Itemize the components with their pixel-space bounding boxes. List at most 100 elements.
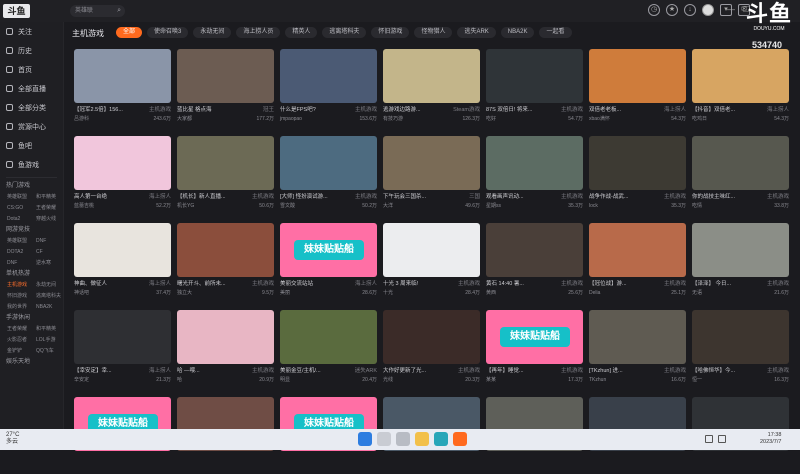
stream-thumbnail[interactable]: [74, 310, 171, 364]
stream-title[interactable]: 神曲、做征人: [74, 279, 107, 289]
stream-card[interactable]: 黄石 14:40 暑... 主机游戏 黄西 25.6万: [486, 223, 583, 300]
start-icon[interactable]: [358, 432, 372, 446]
tab-10[interactable]: 一起看: [539, 27, 572, 38]
stream-title[interactable]: 【哈佛恒华】今...: [692, 366, 735, 376]
sidebar-sub-item[interactable]: 和平精英: [36, 324, 63, 335]
tab-6[interactable]: 怀旧游戏: [371, 27, 410, 38]
stream-thumbnail[interactable]: [177, 223, 274, 277]
stream-thumbnail[interactable]: [692, 49, 789, 103]
stream-title[interactable]: 什么是FPS吧?: [280, 105, 316, 115]
sidebar-sub-item[interactable]: 英雄联盟: [7, 192, 34, 203]
stream-thumbnail[interactable]: [177, 49, 274, 103]
search-taskbar-icon[interactable]: [377, 432, 391, 446]
stream-card[interactable]: 双倍老老板... 海上捞人 xbao满怀 54.3万: [589, 49, 686, 126]
stream-card[interactable]: 【抖音】双倍老... 海上捞人 吃鸡日 54.3万: [692, 49, 789, 126]
tab-3[interactable]: 海上捞人员: [236, 27, 281, 38]
stream-thumbnail[interactable]: [177, 310, 274, 364]
streamer-name[interactable]: 十光: [383, 289, 393, 297]
sidebar-sub-item[interactable]: 英雄联盟: [7, 236, 34, 247]
volume-icon[interactable]: [718, 435, 726, 443]
search-icon[interactable]: ⌕: [117, 5, 121, 17]
stream-title[interactable]: 观看画声讯动...: [486, 192, 524, 202]
stream-thumbnail[interactable]: [74, 223, 171, 277]
stream-title[interactable]: 87S 双倍日! 将来...: [486, 105, 532, 115]
stream-title[interactable]: 【冠位战】游...: [589, 279, 627, 289]
sidebar-sub-item[interactable]: 怀旧游戏: [7, 291, 34, 302]
stream-title[interactable]: 哈 —喂...: [177, 366, 200, 376]
network-icon[interactable]: [705, 435, 713, 443]
minimize-icon[interactable]: —: [727, 5, 735, 14]
stream-card[interactable]: 美丽金豆/主机/... 迷失ARK 明显 20.4万: [280, 310, 377, 387]
sidebar-sub-item[interactable]: 火影忍者: [7, 335, 34, 346]
streamer-name[interactable]: 吕游科: [74, 115, 89, 123]
tab-9[interactable]: NBA2K: [500, 27, 535, 38]
stream-card[interactable]: 大作好更新了光... 主机游戏 光线 20.3万: [383, 310, 480, 387]
sidebar-section-title[interactable]: 网游竞技: [0, 225, 63, 236]
stream-thumbnail[interactable]: [383, 49, 480, 103]
stream-title[interactable]: 蓝比星 格点海: [177, 105, 212, 115]
stream-thumbnail[interactable]: [280, 310, 377, 364]
stream-title[interactable]: 【再年】睡觉...: [486, 366, 524, 376]
stream-thumbnail[interactable]: [74, 136, 171, 190]
sidebar-sub-item[interactable]: Dota2: [7, 214, 34, 225]
streamer-name[interactable]: 吃情: [692, 202, 702, 210]
sidebar-item-5[interactable]: 赏源中心: [0, 117, 63, 136]
tab-2[interactable]: 永劫无间: [193, 27, 232, 38]
stream-card[interactable]: 【机长】新人直播... 主机游戏 机长YG 50.6万: [177, 136, 274, 213]
stream-thumbnail[interactable]: [589, 49, 686, 103]
tab-4[interactable]: 精英人: [285, 27, 318, 38]
follow-icon[interactable]: ★: [666, 4, 678, 16]
stream-title[interactable]: 大作好更新了光...: [383, 366, 426, 376]
streamer-name[interactable]: 美丽: [280, 289, 290, 297]
streamer-name[interactable]: 神话吧: [74, 289, 89, 297]
stream-thumbnail[interactable]: [692, 310, 789, 364]
stream-thumbnail[interactable]: [383, 310, 480, 364]
streamer-name[interactable]: 机长YG: [177, 202, 194, 210]
sidebar-sub-item[interactable]: DOTA2: [7, 247, 34, 258]
sidebar-sub-item[interactable]: 逆水寒: [36, 258, 63, 269]
streamer-name[interactable]: 黄西: [486, 289, 496, 297]
sidebar-sub-item[interactable]: 穿越火线: [36, 214, 63, 225]
streamer-name[interactable]: 哈: [177, 376, 182, 384]
sidebar-item-7[interactable]: 鱼游戏: [0, 155, 63, 174]
sidebar-sub-item[interactable]: 和平精英: [36, 192, 63, 203]
stream-card[interactable]: 【哈佛恒华】今... 主机游戏 恒一 16.3万: [692, 310, 789, 387]
avatar[interactable]: [702, 4, 714, 16]
stream-title[interactable]: 你的战技主味红...: [692, 192, 735, 202]
tab-8[interactable]: 逃失ARK: [457, 27, 496, 38]
streamer-name[interactable]: xbao满怀: [589, 115, 610, 123]
sidebar-sub-item[interactable]: 逃离塔科夫: [36, 291, 63, 302]
sidebar-sub-item[interactable]: NBA2K: [36, 302, 63, 313]
taskview-icon[interactable]: [396, 432, 410, 446]
stream-title[interactable]: 逃游戏边路游...: [383, 105, 421, 115]
sidebar-sub-item[interactable]: DNF: [36, 236, 63, 247]
stream-card[interactable]: 哈 —喂... 主机游戏哈 20.9万: [177, 310, 274, 387]
streamer-name[interactable]: 雪文酸: [280, 202, 295, 210]
streamer-name[interactable]: 吃好: [486, 115, 496, 123]
stream-card[interactable]: [大师] 怪扮演试游... 主机游戏 雪文酸 50.2万: [280, 136, 377, 213]
app-logo[interactable]: 斗鱼: [3, 4, 30, 18]
sidebar-item-3[interactable]: 全部直播: [0, 79, 63, 98]
stream-title[interactable]: 【抖音】双倍老...: [692, 105, 735, 115]
stream-thumbnail[interactable]: [383, 223, 480, 277]
search-input[interactable]: 英雄联 ⌕: [70, 5, 125, 17]
sidebar-sub-item[interactable]: 金铲铲: [7, 346, 34, 357]
stream-title[interactable]: 【幸安定】幸...: [74, 366, 112, 376]
stream-title[interactable]: 【机长】新人直播...: [177, 192, 226, 202]
stream-thumbnail[interactable]: [383, 136, 480, 190]
stream-card[interactable]: 【冠位战】游... 主机游戏 Delia 25.1万: [589, 223, 686, 300]
stream-thumbnail[interactable]: [74, 49, 171, 103]
sidebar-sub-item[interactable]: CF: [36, 247, 63, 258]
edge-icon[interactable]: [434, 432, 448, 446]
streamer-name[interactable]: 有技巧游: [383, 115, 403, 123]
streamer-name[interactable]: 大洋: [383, 202, 393, 210]
streamer-name[interactable]: 星期ss: [486, 202, 501, 210]
stream-thumbnail[interactable]: [486, 223, 583, 277]
sidebar-sub-item[interactable]: DNF: [7, 258, 34, 269]
stream-title[interactable]: 美丽金豆/主机/...: [280, 366, 321, 376]
streamer-name[interactable]: 恒一: [692, 376, 702, 384]
sidebar-sub-item[interactable]: 主机游戏: [7, 280, 34, 291]
streamer-name[interactable]: jmpaopao: [280, 115, 302, 123]
stream-thumbnail[interactable]: [280, 136, 377, 190]
stream-card[interactable]: 妹妹贴贴船 美丽交流站站 海上捞人 美丽 28.6万: [280, 223, 377, 300]
